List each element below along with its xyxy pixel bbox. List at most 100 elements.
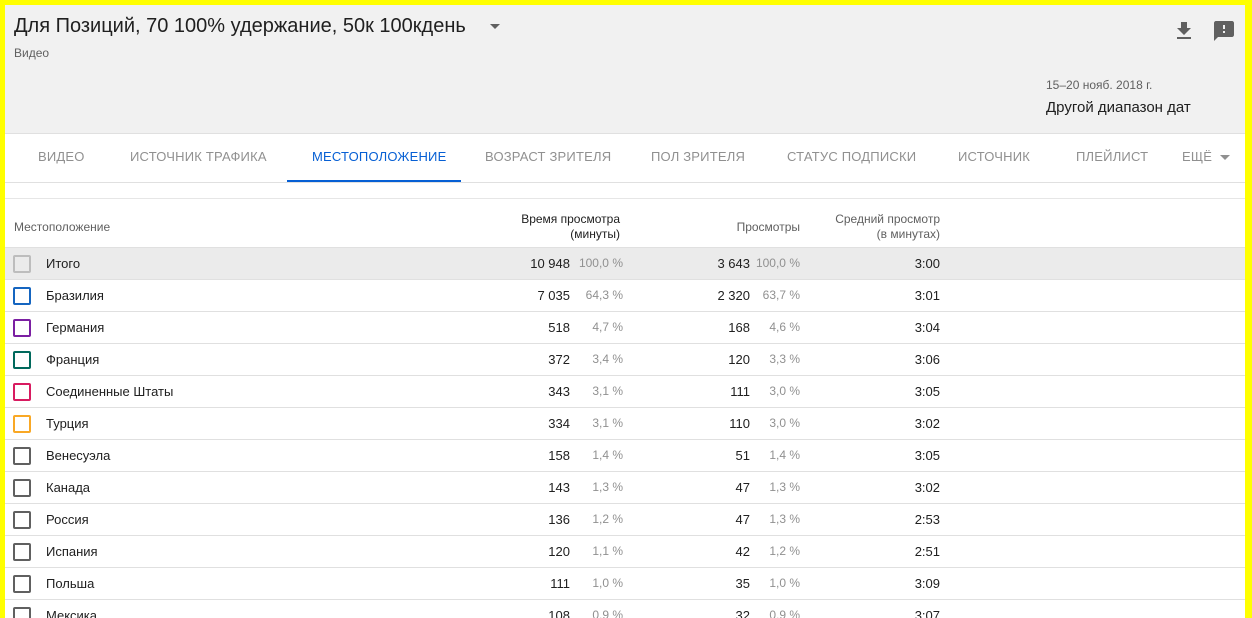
spacer	[5, 183, 1245, 199]
tab-video[interactable]: ВИДЕО	[38, 134, 85, 182]
views-value: 120	[728, 352, 750, 367]
table-row[interactable]: Венесуэла 158 1,4 % 51 1,4 % 3:05	[5, 440, 1245, 472]
avg-view-value: 3:05	[914, 448, 940, 463]
watch-time-value: 158	[548, 448, 570, 463]
watch-time-value: 334	[548, 416, 570, 431]
row-checkbox[interactable]	[13, 447, 31, 465]
row-checkbox[interactable]	[13, 319, 31, 337]
views-percent: 1,3 %	[769, 480, 800, 494]
avg-view-unit: (в минутах)	[876, 227, 940, 241]
views-value: 42	[735, 544, 750, 559]
avg-view-value: 3:02	[914, 416, 940, 431]
views-value: 111	[730, 384, 750, 399]
report-subtitle: Видео	[14, 46, 50, 60]
row-checkbox[interactable]	[13, 415, 31, 433]
tab-source[interactable]: ИСТОЧНИК	[958, 134, 1030, 182]
row-checkbox[interactable]	[13, 575, 31, 593]
views-percent: 4,6 %	[769, 320, 800, 334]
watch-time-value: 10 948	[530, 256, 570, 271]
watch-time-percent: 64,3 %	[585, 288, 623, 302]
views-value: 168	[728, 320, 750, 335]
location-name: Турция	[46, 416, 89, 431]
table-row[interactable]: Испания 120 1,1 % 42 1,2 % 2:51	[5, 536, 1245, 568]
table-row[interactable]: Бразилия 7 035 64,3 % 2 320 63,7 % 3:01	[5, 280, 1245, 312]
column-header-views[interactable]: Просмотры	[737, 220, 800, 235]
table-row[interactable]: Канада 143 1,3 % 47 1,3 % 3:02	[5, 472, 1245, 504]
views-percent: 1,0 %	[769, 576, 800, 590]
watch-time-percent: 1,1 %	[592, 544, 623, 558]
download-icon[interactable]	[1172, 19, 1196, 43]
row-checkbox[interactable]	[13, 287, 31, 305]
views-value: 2 320	[717, 288, 750, 303]
watch-time-value: 108	[548, 608, 570, 618]
row-checkbox[interactable]	[13, 255, 31, 273]
table-row[interactable]: Франция 372 3,4 % 120 3,3 % 3:06	[5, 344, 1245, 376]
location-name: Венесуэла	[46, 448, 111, 463]
report-header: Для Позиций, 70 100% удержание, 50к 100к…	[5, 5, 1245, 133]
tab-more-label: ЕЩЁ	[1182, 149, 1213, 164]
row-checkbox[interactable]	[13, 383, 31, 401]
watch-time-percent: 0,9 %	[592, 608, 623, 618]
avg-view-value: 3:05	[914, 384, 940, 399]
row-checkbox[interactable]	[13, 607, 31, 618]
caret-down-icon	[1220, 155, 1231, 161]
location-table: Местоположение Время просмотра (минуты) …	[5, 199, 1245, 618]
column-header-avg-view[interactable]: Средний просмотр (в минутах)	[835, 212, 940, 242]
active-tab-indicator	[287, 180, 461, 182]
avg-view-value: 2:53	[914, 512, 940, 527]
row-checkbox[interactable]	[13, 351, 31, 369]
report-tabs: ВИДЕО ИСТОЧНИК ТРАФИКА МЕСТОПОЛОЖЕНИЕ ВО…	[5, 134, 1245, 183]
watch-time-value: 136	[548, 512, 570, 527]
location-name: Соединенные Штаты	[46, 384, 174, 399]
watch-time-unit: (минуты)	[570, 227, 620, 241]
row-checkbox[interactable]	[13, 511, 31, 529]
views-percent: 1,4 %	[769, 448, 800, 462]
row-checkbox[interactable]	[13, 543, 31, 561]
views-percent: 3,3 %	[769, 352, 800, 366]
views-percent: 63,7 %	[762, 288, 800, 302]
table-body: Итого 10 948 100,0 % 3 643 100,0 % 3:00 Бразил…	[5, 248, 1245, 618]
tab-location[interactable]: МЕСТОПОЛОЖЕНИЕ	[312, 134, 446, 182]
watch-time-value: 111	[550, 576, 570, 591]
tab-traffic-source[interactable]: ИСТОЧНИК ТРАФИКА	[130, 134, 267, 182]
location-name: Мексика	[46, 608, 98, 618]
table-row[interactable]: Турция 334 3,1 % 110 3,0 % 3:02	[5, 408, 1245, 440]
table-row-total[interactable]: Итого 10 948 100,0 % 3 643 100,0 % 3:00	[5, 248, 1245, 280]
table-row[interactable]: Мексика 108 0,9 % 32 0,9 % 3:07	[5, 600, 1245, 618]
table-header: Местоположение Время просмотра (минуты) …	[5, 199, 1245, 248]
tab-subscription-status[interactable]: СТАТУС ПОДПИСКИ	[787, 134, 916, 182]
views-value: 47	[735, 480, 750, 495]
feedback-icon[interactable]	[1212, 19, 1236, 43]
views-value: 32	[735, 608, 750, 618]
table-row[interactable]: Соединенные Штаты 343 3,1 % 111 3,0 % 3:05	[5, 376, 1245, 408]
row-checkbox[interactable]	[13, 479, 31, 497]
column-header-location[interactable]: Местоположение	[14, 220, 110, 235]
watch-time-value: 120	[548, 544, 570, 559]
report-title: Для Позиций, 70 100% удержание, 50к 100к…	[14, 15, 466, 37]
watch-time-percent: 1,2 %	[592, 512, 623, 526]
location-name: Канада	[46, 480, 91, 495]
views-percent: 3,0 %	[769, 384, 800, 398]
views-percent: 1,3 %	[769, 512, 800, 526]
table-row[interactable]: Польша 111 1,0 % 35 1,0 % 3:09	[5, 568, 1245, 600]
views-percent: 1,2 %	[769, 544, 800, 558]
table-row[interactable]: Германия 518 4,7 % 168 4,6 % 3:04	[5, 312, 1245, 344]
avg-view-value: 3:06	[914, 352, 940, 367]
watch-time-percent: 3,1 %	[592, 416, 623, 430]
views-value: 3 643	[717, 256, 750, 271]
tab-viewer-age[interactable]: ВОЗРАСТ ЗРИТЕЛЯ	[485, 134, 611, 182]
table-row[interactable]: Россия 136 1,2 % 47 1,3 % 2:53	[5, 504, 1245, 536]
views-value: 51	[735, 448, 750, 463]
watch-time-percent: 100,0 %	[578, 256, 623, 270]
tab-more[interactable]: ЕЩЁ	[1182, 134, 1231, 182]
avg-view-value: 3:04	[914, 320, 940, 335]
column-header-watch-time[interactable]: Время просмотра (минуты)	[521, 212, 620, 242]
views-percent: 0,9 %	[769, 608, 800, 618]
caret-down-icon[interactable]	[489, 24, 500, 29]
tab-viewer-gender[interactable]: ПОЛ ЗРИТЕЛЯ	[651, 134, 745, 182]
date-range-selector[interactable]: Другой диапазон дат	[1046, 99, 1191, 116]
avg-view-value: 2:51	[914, 544, 940, 559]
avg-view-value: 3:07	[914, 608, 940, 618]
tab-playlist[interactable]: ПЛЕЙЛИСТ	[1076, 134, 1148, 182]
avg-view-value: 3:09	[914, 576, 940, 591]
